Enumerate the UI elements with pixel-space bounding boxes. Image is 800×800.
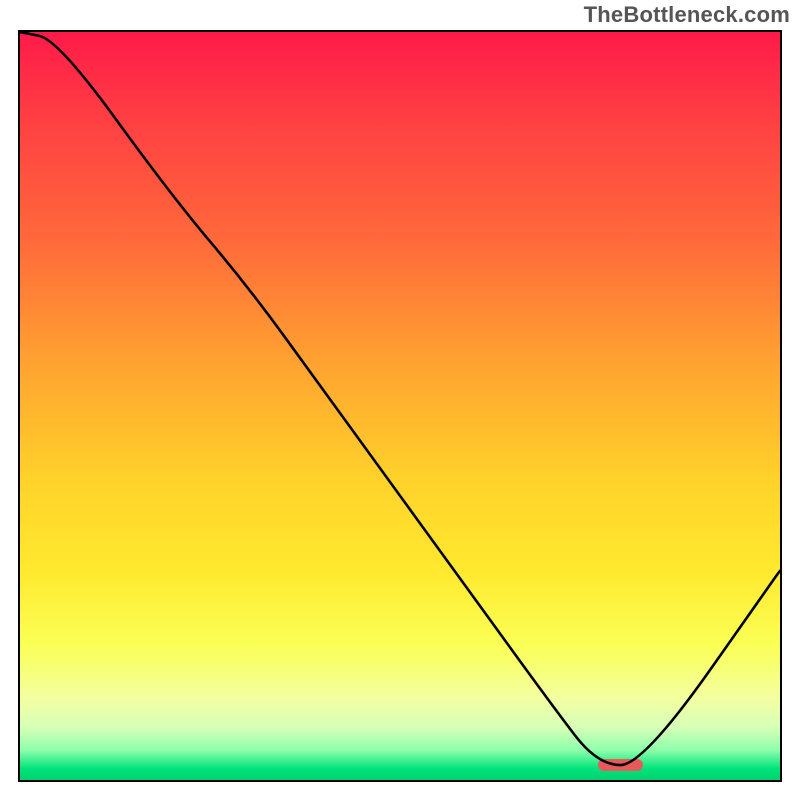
attribution-text: TheBottleneck.com [584, 2, 790, 28]
plot-area [18, 30, 782, 782]
bottleneck-curve [20, 32, 780, 780]
chart-stage: TheBottleneck.com [0, 0, 800, 800]
minimum-marker [598, 759, 644, 771]
